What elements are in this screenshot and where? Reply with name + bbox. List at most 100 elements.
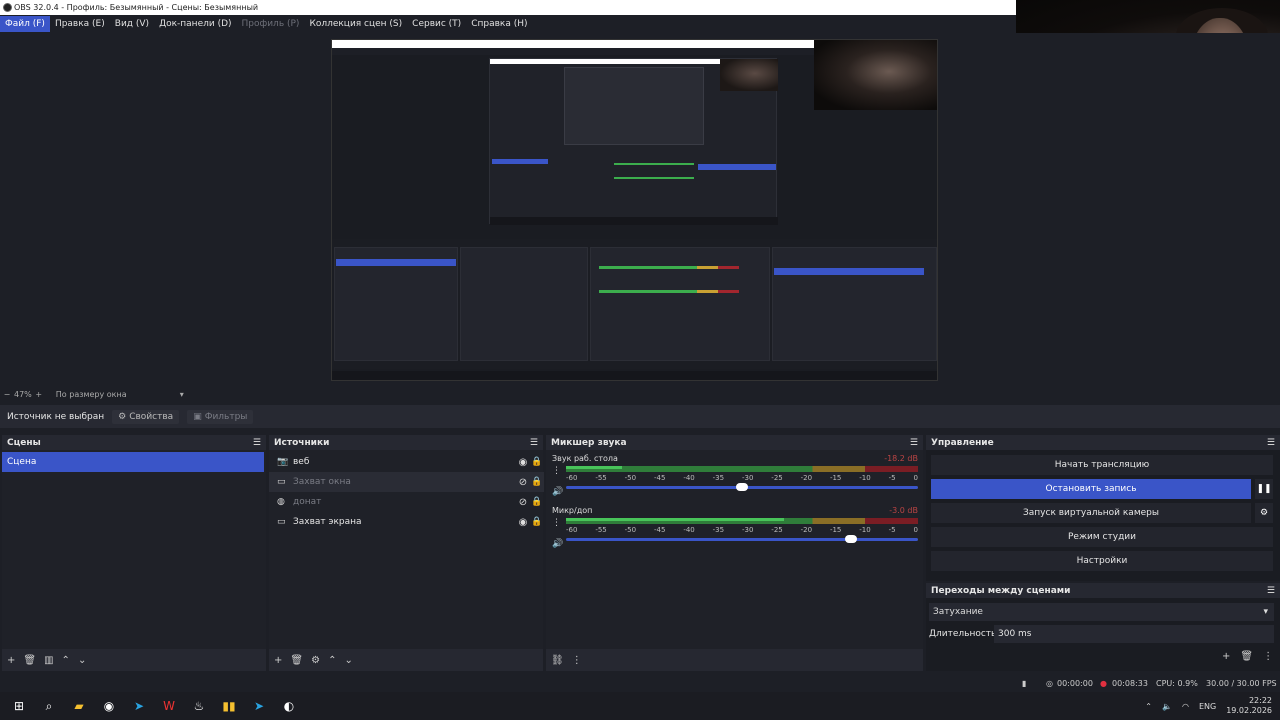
menu-item[interactable]: Коллекция сцен (S) <box>304 16 407 32</box>
source-label: веб <box>293 457 310 467</box>
dock-title: Микшер звука <box>551 437 627 448</box>
zoom-level: 47% <box>14 389 32 399</box>
trash-icon[interactable]: 🗑 <box>1240 651 1253 662</box>
zoom-bar: − 47% + По размеру окна ▾ <box>0 387 1280 401</box>
telegram-icon[interactable]: ➤ <box>128 697 150 715</box>
link-icon[interactable]: ⛓ <box>551 655 564 666</box>
scene-item[interactable]: Сцена <box>2 452 264 472</box>
source-item[interactable]: ▭ Захват экрана ◉ 🔒 <box>269 512 544 532</box>
wifi-icon[interactable]: ◠ <box>1182 702 1189 711</box>
scale-tick: -55 <box>595 526 607 534</box>
windows-start-icon[interactable]: ⊞ <box>8 697 30 715</box>
filter-icon: ▣ <box>193 411 202 422</box>
source-item[interactable]: 📷 веб ◉ 🔒 <box>269 452 544 472</box>
track-name: Звук раб. стола <box>552 454 618 463</box>
stream-icon: ◎ <box>1046 679 1053 688</box>
start-virtual-camera-button[interactable]: Запуск виртуальной камеры <box>931 503 1251 523</box>
menu-item[interactable]: Вид (V) <box>110 16 154 32</box>
studio-mode-button[interactable]: Режим студии <box>931 527 1273 547</box>
dock-menu-icon[interactable]: ☰ <box>1267 438 1275 448</box>
menu-item[interactable]: Сервис (T) <box>407 16 466 32</box>
chevron-up-icon[interactable]: ⌃ <box>328 655 336 666</box>
scale-tick: -60 <box>566 526 578 534</box>
source-item[interactable]: ◍ донат ⊘ 🔒 <box>269 492 544 512</box>
globe-icon: ◍ <box>277 497 285 507</box>
gear-icon[interactable]: ⚙ <box>1255 503 1273 523</box>
app-icon[interactable]: ▮▮ <box>218 697 240 715</box>
clock[interactable]: 22:22 19.02.2026 <box>1226 696 1272 716</box>
telegram-icon[interactable]: ➤ <box>248 697 270 715</box>
chrome-icon[interactable]: ◉ <box>98 697 120 715</box>
speaker-icon[interactable]: 🔊 <box>552 539 563 549</box>
window-title: OBS 32.0.4 - Профиль: Безымянный - Сцены… <box>14 3 259 12</box>
properties-button[interactable]: ⚙ Свойства <box>112 409 180 424</box>
steam-icon[interactable]: ♨ <box>188 697 210 715</box>
chevron-up-icon[interactable]: ⌃ <box>62 655 70 666</box>
pause-recording-icon[interactable]: ❚❚ <box>1255 479 1273 499</box>
duration-field[interactable]: 300 ms <box>994 625 1274 643</box>
source-label: Захват экрана <box>293 517 362 527</box>
volume-slider[interactable] <box>566 535 918 543</box>
source-status: Источник не выбран <box>7 411 105 422</box>
scale-tick: -40 <box>683 526 695 534</box>
dock-menu-icon[interactable]: ☰ <box>1267 586 1275 596</box>
filters-button[interactable]: ▣ Фильтры <box>187 409 254 424</box>
scale-tick: -30 <box>741 526 754 534</box>
dock-menu-icon[interactable]: ☰ <box>530 438 538 448</box>
track-name: Микр/доп <box>552 506 593 515</box>
wps-icon[interactable]: W <box>158 697 180 715</box>
speaker-icon[interactable]: 🔈 <box>1162 702 1172 711</box>
zoom-out-button[interactable]: − <box>0 390 14 399</box>
menu-item[interactable]: Справка (H) <box>466 16 532 32</box>
eye-icon[interactable]: ◉ <box>516 517 530 528</box>
trash-icon[interactable]: 🗑 <box>290 655 303 666</box>
more-icon[interactable]: ⋮ <box>552 466 561 476</box>
lock-icon[interactable]: 🔒 <box>530 477 544 487</box>
trash-icon[interactable]: 🗑 <box>23 655 36 666</box>
lock-icon[interactable]: 🔒 <box>530 517 544 527</box>
more-icon[interactable]: ⋮ <box>572 655 582 666</box>
dock-title: Управление <box>931 437 994 448</box>
gear-icon[interactable]: ⚙ <box>311 655 320 666</box>
scale-tick: -10 <box>859 474 871 482</box>
volume-slider[interactable] <box>566 483 918 491</box>
folder-icon[interactable]: ▰ <box>68 697 90 715</box>
add-icon[interactable]: + <box>7 655 15 666</box>
menu-item[interactable]: Профиль (P) <box>237 16 305 32</box>
scale-select[interactable]: По размеру окна ▾ <box>56 390 184 399</box>
scenes-dock: Сцены ☰ Сцена + 🗑 ▥ ⌃ ⌄ <box>2 435 266 671</box>
preview-canvas[interactable] <box>331 39 938 381</box>
start-stream-button[interactable]: Начать трансляцию <box>931 455 1273 475</box>
add-icon[interactable]: + <box>274 655 282 666</box>
speaker-icon[interactable]: 🔊 <box>552 487 563 497</box>
more-icon[interactable]: ⋮ <box>1263 651 1273 662</box>
eye-off-icon[interactable]: ⊘ <box>516 497 530 508</box>
record-icon: ● <box>1100 679 1107 688</box>
dock-menu-icon[interactable]: ☰ <box>253 438 261 448</box>
eye-icon[interactable]: ◉ <box>516 457 530 468</box>
menu-item[interactable]: Файл (F) <box>0 16 50 32</box>
settings-button[interactable]: Настройки <box>931 551 1273 571</box>
transition-select[interactable]: Затухание ▾ <box>929 603 1274 621</box>
more-icon[interactable]: ⋮ <box>552 518 561 528</box>
scale-tick: -5 <box>888 474 896 482</box>
dock-title: Переходы между сценами <box>931 585 1071 596</box>
obs-icon[interactable]: ◐ <box>278 697 300 715</box>
lock-icon[interactable]: 🔒 <box>530 457 544 467</box>
add-icon[interactable]: + <box>1222 651 1230 662</box>
status-bar: ▮ ◎ 00:00:00 ● 00:08:33 CPU: 0.9% 30.00 … <box>0 676 1280 692</box>
menu-item[interactable]: Правка (E) <box>50 16 110 32</box>
chevron-down-icon[interactable]: ⌄ <box>344 655 352 666</box>
chevron-down-icon[interactable]: ⌄ <box>78 655 86 666</box>
dock-menu-icon[interactable]: ☰ <box>910 438 918 448</box>
filter-icon[interactable]: ▥ <box>44 655 53 666</box>
chevron-up-icon[interactable]: ⌃ <box>1145 702 1152 711</box>
search-icon[interactable]: ⌕ <box>38 697 60 715</box>
menu-item[interactable]: Док-панели (D) <box>154 16 236 32</box>
language-indicator[interactable]: ENG <box>1199 702 1216 711</box>
eye-off-icon[interactable]: ⊘ <box>516 477 530 488</box>
source-item[interactable]: ▭ Захват окна ⊘ 🔒 <box>269 472 544 492</box>
zoom-in-button[interactable]: + <box>32 390 46 399</box>
lock-icon[interactable]: 🔒 <box>530 497 544 507</box>
stop-recording-button[interactable]: Остановить запись <box>931 479 1251 499</box>
